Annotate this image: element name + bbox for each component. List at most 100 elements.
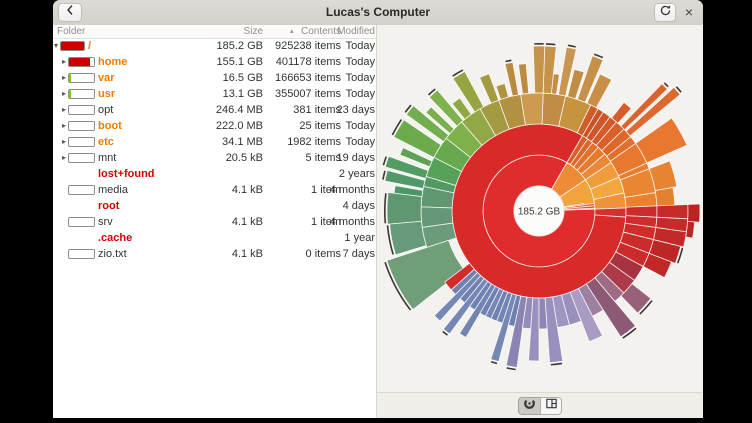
usage-bar [60,41,85,51]
modified-cell: Today [346,86,375,102]
folder-name: boot [98,118,122,134]
column-header-modified[interactable]: Modified [337,25,375,38]
chart-segment[interactable] [480,74,499,103]
usage-bar-fill [61,42,84,50]
folder-name: srv [98,214,113,230]
chart-toolbar [377,392,703,418]
chart-segment[interactable] [518,64,528,95]
rings-chart-icon [523,397,536,415]
chart-segment[interactable] [626,206,657,217]
folder-tree: ▾ / 185.2 GB 925238 items Today ▸ home 155.1 GB… [53,38,376,418]
size-cell: 4.1 kB [232,214,263,230]
column-header-size[interactable]: Size [244,25,263,38]
modified-cell: Today [346,70,375,86]
usage-bar [68,185,95,195]
table-row[interactable]: srv4.1 kB1 item4 months [53,214,376,230]
chart-segment[interactable] [533,46,545,93]
usage-bar [68,137,95,147]
folder-name: zio.txt [98,246,127,262]
size-cell: 20.5 kB [226,150,263,166]
size-cell: 16.5 GB [223,70,263,86]
treemap-chart-button[interactable] [540,397,562,415]
expander-closed-icon[interactable]: ▸ [62,134,66,150]
modified-cell: Today [346,118,375,134]
size-cell: 185.2 GB [217,38,263,54]
usage-bar [68,73,95,83]
segment-more-contents-cap [506,60,512,61]
expander-closed-icon[interactable]: ▸ [62,150,66,166]
table-row[interactable]: zio.txt4.1 kB0 items7 days [53,246,376,262]
folder-name: / [88,38,91,54]
modified-cell: Today [346,38,375,54]
usage-bar [68,217,95,227]
folder-name: lost+found [98,166,155,182]
table-row[interactable]: lost+found2 years [53,166,376,182]
size-cell: 222.0 MB [216,118,263,134]
table-row[interactable]: .cache1 year [53,230,376,246]
usage-bar [68,249,95,259]
window-title: Lucas's Computer [53,0,703,25]
segment-more-contents-cap [491,362,497,364]
table-row[interactable]: ▸mnt20.5 kB5 items19 days [53,150,376,166]
expander-closed-icon[interactable]: ▸ [62,70,66,86]
segment-more-contents-cap [507,368,516,370]
table-row[interactable]: ▸etc34.1 MB1982 itemsToday [53,134,376,150]
close-button[interactable]: × [681,2,697,21]
folder-name: usr [98,86,115,102]
usage-bar-fill [69,90,71,98]
folder-name: root [98,198,119,214]
modified-cell: 4 months [330,214,375,230]
refresh-icon [659,4,672,22]
contents-cell: 925238 items [275,38,341,54]
folder-name: home [98,54,127,70]
folder-name: .cache [98,230,132,246]
expander-closed-icon[interactable]: ▸ [62,86,66,102]
segment-more-contents-cap [546,44,555,45]
chart-segment[interactable] [387,192,422,224]
column-header-contents[interactable]: Contents [301,25,341,38]
treemap-chart-icon [545,397,558,415]
size-cell: 155.1 GB [217,54,263,70]
modified-cell: Today [346,54,375,70]
column-header-folder[interactable]: Folder [57,25,85,38]
table-row[interactable]: ▾ / 185.2 GB 925238 items Today [53,38,376,54]
segment-more-contents-cap [385,193,386,223]
titlebar: Lucas's Computer × [53,0,703,26]
usage-bar [68,153,95,163]
chart-segment[interactable] [686,221,695,238]
modified-cell: Today [346,134,375,150]
table-row[interactable]: ▸opt246.4 MB381 items23 days [53,102,376,118]
folder-name: etc [98,134,114,150]
table-row[interactable]: ▸ boot 222.0 MB 25 items Today [53,118,376,134]
chart-segment[interactable] [657,205,688,219]
contents-cell: 355007 items [275,86,341,102]
table-row[interactable]: root 4 days [53,198,376,214]
folder-name: media [98,182,128,198]
folder-name: var [98,70,115,86]
sort-arrow-icon[interactable]: ▴ [290,25,294,38]
refresh-button[interactable] [654,3,676,22]
modified-cell: 7 days [343,246,375,262]
size-cell: 34.1 MB [222,134,263,150]
usage-bar [68,105,95,115]
chart-segment[interactable] [688,204,700,222]
chart-center-label: 185.2 GB [518,207,561,218]
expander-closed-icon[interactable]: ▸ [62,102,66,118]
table-row[interactable]: ▸usr13.1 GB355007 itemsToday [53,86,376,102]
contents-cell: 25 items [299,118,341,134]
table-row[interactable]: ▸ var 16.5 GB 166653 items Today [53,70,376,86]
folder-name: mnt [98,150,116,166]
tree-column-headers: Folder Size ▴ Contents Modified [53,25,376,39]
expander-closed-icon[interactable]: ▸ [62,118,66,134]
modified-cell: 23 days [336,102,375,118]
table-row[interactable]: media4.1 kB1 item4 months [53,182,376,198]
modified-cell: 4 days [343,198,375,214]
rings-chart-button[interactable] [518,397,540,415]
contents-cell: 166653 items [275,70,341,86]
expander-open-icon[interactable]: ▾ [54,38,58,54]
segment-more-contents-cap [551,363,562,364]
table-row[interactable]: ▸home155.1 GB401178 itemsToday [53,54,376,70]
contents-cell: 0 items [306,246,341,262]
size-cell: 4.1 kB [232,182,263,198]
expander-closed-icon[interactable]: ▸ [62,54,66,70]
